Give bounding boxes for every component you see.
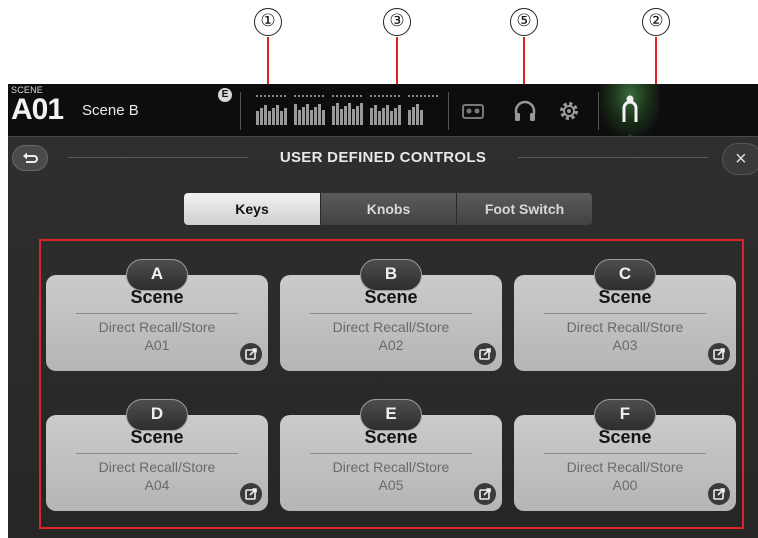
recorder-icon[interactable] (460, 98, 486, 124)
tab-bar: Keys Knobs Foot Switch (184, 193, 592, 225)
headphones-icon[interactable] (512, 98, 538, 124)
user-icon (622, 95, 638, 122)
keys-grid-highlight (39, 239, 744, 529)
channel-meters[interactable] (256, 92, 446, 128)
scene-name[interactable]: Scene B (82, 102, 139, 119)
divider (240, 92, 241, 130)
edit-badge: E (218, 88, 232, 102)
close-button[interactable]: × (722, 143, 758, 175)
tab-keys[interactable]: Keys (184, 193, 320, 225)
top-bar: SCENE A01 Scene B E (8, 84, 758, 144)
gear-icon[interactable] (556, 98, 582, 124)
callout-2: ② (642, 8, 670, 36)
divider (598, 92, 599, 130)
callout-1: ① (254, 8, 282, 36)
scene-number[interactable]: A01 (11, 93, 64, 127)
callout-5: ⑤ (510, 8, 538, 36)
callout-3: ③ (383, 8, 411, 36)
divider (448, 92, 449, 130)
title-rule-right (518, 157, 708, 158)
user-defined-tab[interactable] (600, 84, 660, 144)
tab-knobs[interactable]: Knobs (320, 193, 456, 225)
tab-foot-switch[interactable]: Foot Switch (456, 193, 592, 225)
